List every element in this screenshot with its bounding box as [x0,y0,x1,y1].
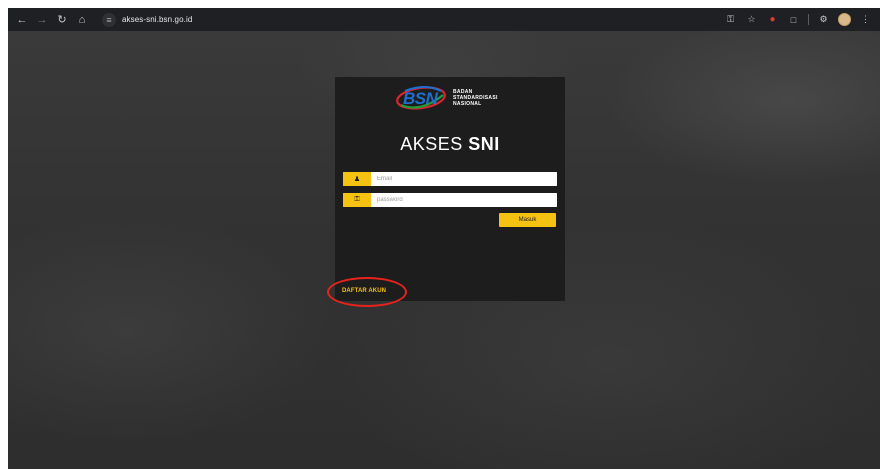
star-icon[interactable]: ☆ [745,13,758,26]
page-icon[interactable]: □ [787,13,800,26]
reload-icon[interactable]: ↻ [54,12,70,28]
arrow-right-icon[interactable]: → [34,12,50,28]
email-input[interactable] [371,172,557,186]
login-panel: BSN BADAN STANDARDISASI NASIONAL AKSES S… [335,77,565,301]
puzzle-icon[interactable]: ⚙ [817,13,830,26]
title-bold: SNI [468,134,500,154]
browser-toolbar: ← → ↻ ⌂ ≡ akses-sni.bsn.go.id ⚿ ☆ ● □ ⚙ … [8,8,880,31]
address-bar[interactable]: akses-sni.bsn.go.id [122,15,192,24]
user-icon: ♟ [343,172,371,186]
site-settings-icon[interactable]: ≡ [102,12,116,27]
key-icon[interactable]: ⚿ [724,13,737,26]
toolbar-actions: ⚿ ☆ ● □ ⚙ ⋮ [724,13,874,26]
logo-subtitle: BADAN STANDARDISASI NASIONAL [453,89,498,107]
avatar-icon[interactable] [838,13,851,26]
logo-sub-line: NASIONAL [453,101,482,107]
page-title: AKSES SNI [335,134,565,155]
home-icon[interactable]: ⌂ [74,12,90,28]
menu-icon[interactable]: ⋮ [859,13,872,26]
password-input[interactable] [371,193,557,207]
email-field: ♟ [343,172,557,186]
arrow-left-icon[interactable]: ← [14,12,30,28]
password-field: ⚿ [343,193,557,207]
toolbar-divider [808,14,809,25]
key-icon: ⚿ [343,193,371,207]
logo-wordmark: BSN [403,89,438,108]
register-link[interactable]: DAFTAR AKUN [342,288,386,294]
bsn-logo-mark: BSN [395,85,447,111]
extension-icon[interactable]: ● [766,13,779,26]
title-light: AKSES [400,134,463,154]
bsn-logo: BSN BADAN STANDARDISASI NASIONAL [395,85,525,111]
login-button[interactable]: Masuk [499,213,556,227]
